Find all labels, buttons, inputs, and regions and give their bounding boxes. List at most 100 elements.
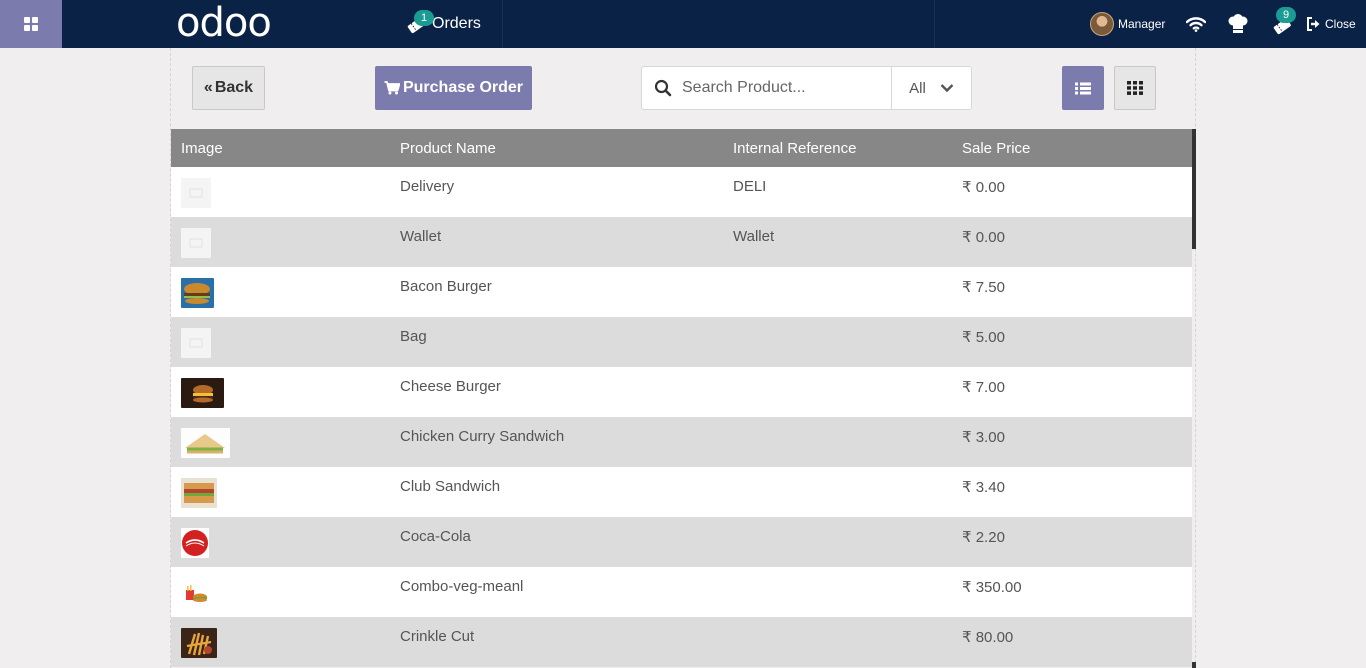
orders-nav-button[interactable]: 1 Orders xyxy=(396,0,503,48)
odoo-logo: odoo xyxy=(176,0,272,46)
list-icon xyxy=(1075,82,1091,94)
table-row[interactable]: Bacon Burger ₹ 7.50 xyxy=(171,267,1192,317)
header-sale-price: Sale Price xyxy=(962,139,1031,157)
product-thumbnail xyxy=(181,278,214,308)
product-thumbnail xyxy=(181,478,217,508)
product-search-box: All xyxy=(641,66,972,110)
product-sale-price: ₹ 7.50 xyxy=(962,279,1005,296)
table-header: Image Product Name Internal Reference Sa… xyxy=(171,129,1192,167)
table-row[interactable]: Delivery DELI ₹ 0.00 xyxy=(171,167,1192,217)
grid-view-button[interactable] xyxy=(1114,66,1156,110)
product-internal-reference xyxy=(733,367,962,378)
product-name: Bag xyxy=(400,328,427,345)
sign-out-icon xyxy=(1307,17,1320,31)
top-navbar: odoo 1 Orders Manager 9 Close xyxy=(0,0,1366,48)
header-image: Image xyxy=(181,139,223,157)
product-internal-reference xyxy=(733,267,962,278)
product-list-screen: « Back Purchase Order All xyxy=(170,48,1196,668)
product-image-cell xyxy=(171,517,400,558)
list-view-button[interactable] xyxy=(1062,66,1104,110)
close-session-button[interactable]: Close xyxy=(1306,0,1356,48)
product-internal-reference: Wallet xyxy=(733,228,775,245)
kitchen-orders-badge: 9 xyxy=(1276,7,1296,23)
product-image-cell xyxy=(171,167,400,208)
product-image-cell xyxy=(171,367,400,408)
product-sale-price: ₹ 80.00 xyxy=(962,629,1014,646)
table-row[interactable]: Chicken Curry Sandwich ₹ 3.00 xyxy=(171,417,1192,467)
product-internal-reference xyxy=(733,617,962,628)
product-sale-price: ₹ 7.00 xyxy=(962,379,1005,396)
table-row[interactable]: Crinkle Cut ₹ 80.00 xyxy=(171,617,1192,667)
close-label: Close xyxy=(1325,17,1356,31)
product-internal-reference xyxy=(733,317,962,328)
category-filter-dropdown[interactable]: All xyxy=(891,67,971,109)
product-thumbnail xyxy=(181,178,211,208)
user-menu[interactable]: Manager xyxy=(1090,0,1165,48)
wifi-status-button[interactable] xyxy=(1185,0,1207,48)
product-name: Bacon Burger xyxy=(400,278,492,295)
header-product-name: Product Name xyxy=(400,139,496,157)
product-name: Wallet xyxy=(400,228,442,245)
product-image-cell xyxy=(171,417,400,458)
product-image-cell xyxy=(171,317,400,358)
product-thumbnail xyxy=(181,428,230,458)
apps-menu-button[interactable] xyxy=(0,0,62,48)
cart-icon xyxy=(384,81,400,95)
product-table: Image Product Name Internal Reference Sa… xyxy=(171,129,1192,667)
product-sale-price: ₹ 3.00 xyxy=(962,429,1005,446)
purchase-order-button[interactable]: Purchase Order xyxy=(375,66,532,110)
double-chevron-left-icon: « xyxy=(203,79,213,96)
table-row[interactable]: Combo-veg-meanl ₹ 350.00 xyxy=(171,567,1192,617)
table-row[interactable]: Coca-Cola ₹ 2.20 xyxy=(171,517,1192,567)
filter-value: All xyxy=(909,79,926,97)
product-sale-price: ₹ 350.00 xyxy=(962,579,1022,596)
product-internal-reference xyxy=(733,467,962,478)
product-sale-price: ₹ 0.00 xyxy=(962,179,1005,196)
product-name: Coca-Cola xyxy=(400,528,471,545)
product-internal-reference xyxy=(733,417,962,428)
product-sale-price: ₹ 5.00 xyxy=(962,329,1005,346)
product-name: Chicken Curry Sandwich xyxy=(400,428,565,445)
header-internal-reference: Internal Reference xyxy=(733,139,857,157)
search-icon xyxy=(654,79,672,97)
product-sale-price: ₹ 0.00 xyxy=(962,229,1005,246)
search-input[interactable] xyxy=(682,79,882,97)
table-row[interactable]: Wallet Wallet ₹ 0.00 xyxy=(171,217,1192,267)
product-name: Delivery xyxy=(400,178,455,195)
product-internal-reference xyxy=(733,567,962,578)
product-thumbnail xyxy=(181,378,224,408)
orders-nav-label: Orders xyxy=(432,15,481,32)
table-row[interactable]: Bag ₹ 5.00 xyxy=(171,317,1192,367)
table-row[interactable]: Cheese Burger ₹ 7.00 xyxy=(171,367,1192,417)
user-name: Manager xyxy=(1118,17,1166,31)
scrollbar-end xyxy=(1192,662,1196,668)
back-button[interactable]: « Back xyxy=(192,66,265,110)
product-image-cell xyxy=(171,617,400,658)
scrollbar[interactable] xyxy=(1192,129,1196,249)
product-name: Crinkle Cut xyxy=(400,628,475,645)
kitchen-screen-button[interactable] xyxy=(1226,0,1250,48)
product-thumbnail xyxy=(181,328,211,358)
product-sale-price: ₹ 2.20 xyxy=(962,529,1005,546)
product-image-cell xyxy=(171,267,400,308)
product-name: Cheese Burger xyxy=(400,378,501,395)
kitchen-orders-button[interactable]: 9 xyxy=(1266,0,1298,48)
chevron-down-icon xyxy=(940,84,954,93)
product-thumbnail xyxy=(181,628,217,658)
avatar xyxy=(1090,12,1114,36)
product-internal-reference: DELI xyxy=(733,178,767,195)
grid-icon xyxy=(1127,81,1143,95)
product-image-cell xyxy=(171,467,400,508)
chef-hat-icon xyxy=(1228,14,1248,33)
table-row[interactable]: Club Sandwich ₹ 3.40 xyxy=(171,467,1192,517)
orders-count-badge: 1 xyxy=(414,10,434,26)
product-sale-price: ₹ 3.40 xyxy=(962,479,1005,496)
back-label: Back xyxy=(214,79,254,96)
purchase-order-label: Purchase Order xyxy=(402,79,524,96)
product-internal-reference xyxy=(733,517,962,528)
product-image-cell xyxy=(171,217,400,258)
product-name: Combo-veg-meanl xyxy=(400,578,524,595)
product-thumbnail xyxy=(181,578,211,608)
product-name: Club Sandwich xyxy=(400,478,501,495)
table-body: Delivery DELI ₹ 0.00 Wallet Wallet ₹ 0.00 Baco… xyxy=(171,167,1192,667)
